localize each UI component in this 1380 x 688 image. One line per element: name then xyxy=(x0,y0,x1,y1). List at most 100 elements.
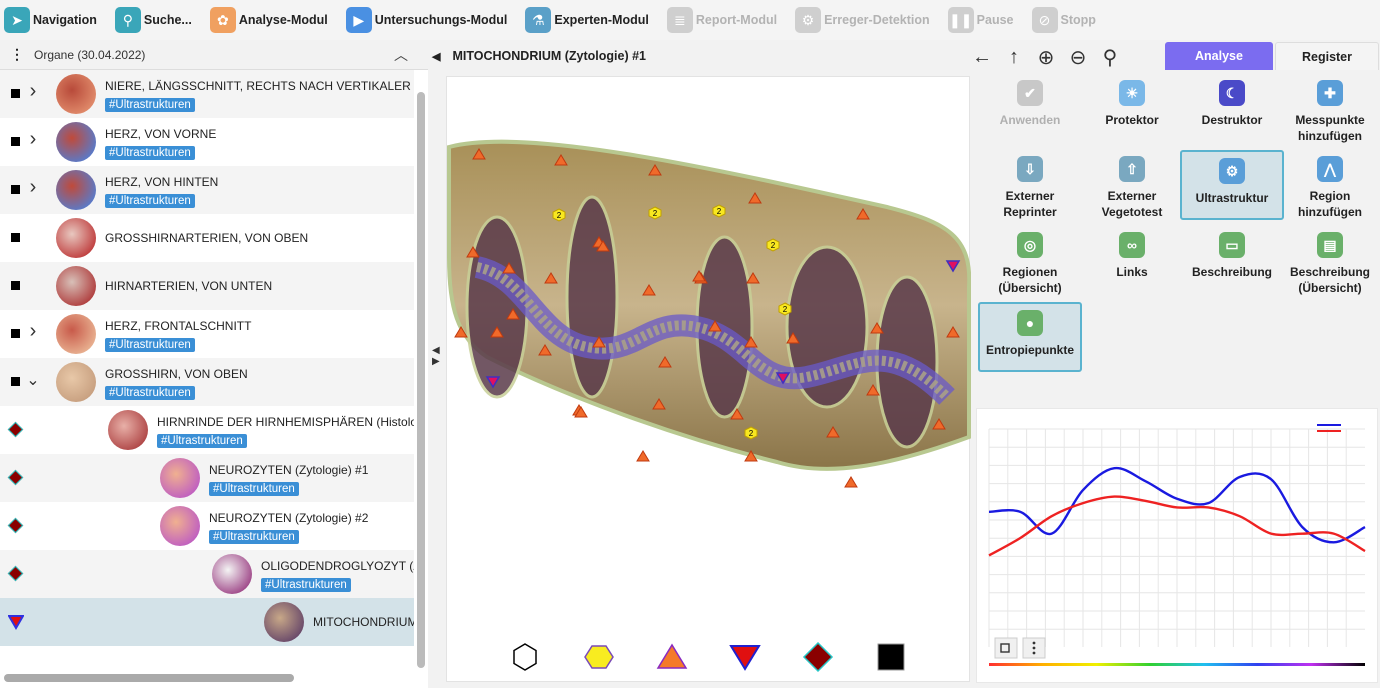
ultrastructure-tag[interactable]: #Ultrastrukturen xyxy=(209,530,299,544)
zoom-out-icon[interactable]: ⊖ xyxy=(1068,45,1088,70)
legend-diamond-darkred-icon[interactable] xyxy=(802,641,834,673)
toolbar-report-modul-button[interactable]: ≣ Report-Modul xyxy=(666,4,778,36)
tool-messpunkte-hinzufügen-button[interactable]: ✚ Messpunkte hinzufügen xyxy=(1278,74,1380,148)
toolbar-button-label: Untersuchungs-Modul xyxy=(374,13,508,27)
toolbar-navigation-button[interactable]: ➤ Navigation xyxy=(4,4,97,36)
tool-label: Regionen (Übersicht) xyxy=(998,265,1062,295)
tool-anwenden-button[interactable]: ✔ Anwenden xyxy=(978,74,1082,148)
hexagon-marker-label: 2 xyxy=(783,305,788,314)
expand-chevron-icon[interactable]: › xyxy=(26,176,40,199)
heart-back-thumbnail xyxy=(56,170,96,210)
tab-analyse[interactable]: Analyse xyxy=(1165,42,1273,70)
tree-row[interactable]: › HERZ, FRONTALSCHNITT #Ultrastrukturen xyxy=(0,310,414,358)
toolbar-button-label: Analyse-Modul xyxy=(238,13,328,27)
tree-row[interactable]: ›NEUROZYTEN (Zytologie) #1#Ultrastruktur… xyxy=(0,454,414,502)
toolbar-untersuchungs-modul-button[interactable]: ▶ Untersuchungs-Modul xyxy=(345,4,508,36)
square-marker-icon xyxy=(11,329,20,338)
tool-beschreibung-übersicht-button[interactable]: ▤ Beschreibung (Übersicht) xyxy=(1278,226,1380,300)
toolbar-suche-button[interactable]: ⚲ Suche... xyxy=(114,4,192,36)
moon-icon: ☾ xyxy=(1219,80,1245,106)
hexagon-marker-label: 2 xyxy=(557,211,562,220)
legend-triangle-orange-icon[interactable] xyxy=(656,643,688,669)
tree-row[interactable]: ⌄ GROSSHIRN, VON OBEN #Ultrastrukturen xyxy=(0,358,414,406)
toolbar-experten-modul-button[interactable]: ⚗ Experten-Modul xyxy=(525,4,649,36)
device-up-icon: ⇧ xyxy=(1119,156,1145,182)
legend-square-black-icon[interactable] xyxy=(877,643,905,671)
legend-triangle-down-red-icon[interactable] xyxy=(729,645,761,671)
legend-hexagon-empty-icon[interactable] xyxy=(513,643,537,671)
hexagon-marker-label: 2 xyxy=(749,429,754,438)
toolbar-erreger-detektion-button[interactable]: ⚙ Erreger-Detektion xyxy=(795,4,930,36)
tree-row[interactable]: › NIERE, LÄNGSSCHNITT, RECHTS NACH VERTIK… xyxy=(0,70,414,118)
chart-export-icon[interactable] xyxy=(994,637,1018,659)
microscope-icon: ⚙ xyxy=(795,7,822,33)
horizontal-scrollbar[interactable] xyxy=(4,674,294,682)
zoom-in-icon[interactable]: ⊕ xyxy=(1036,45,1056,70)
toolbar-stopp-button[interactable]: ⊘ Stopp xyxy=(1031,4,1096,36)
ultrastructure-tag[interactable]: #Ultrastrukturen xyxy=(157,434,247,448)
tool-ultrastruktur-button[interactable]: ⚙ Ultrastruktur xyxy=(1180,150,1284,220)
ultrastructure-tag[interactable]: #Ultrastrukturen xyxy=(261,578,351,592)
triangle-marker[interactable] xyxy=(844,476,858,488)
mitochondrium-image[interactable]: 2 2 2 2 2 2 xyxy=(447,137,971,557)
tool-destruktor-button[interactable]: ☾ Destruktor xyxy=(1180,74,1284,148)
microscope-icon: ⚙ xyxy=(1219,158,1245,184)
hexagon-marker-label: 2 xyxy=(771,241,776,250)
tree-row-label: MITOCHONDRIUM (Zytologie) #1 xyxy=(313,615,414,629)
tree-row[interactable]: ⌄NEUROZYTEN (Zytologie) #2#Ultrastruktur… xyxy=(0,502,414,550)
expand-chevron-icon[interactable]: › xyxy=(26,128,40,151)
expand-chevron-icon[interactable]: › xyxy=(26,320,40,343)
tree-row[interactable]: › HERZ, VON HINTEN #Ultrastrukturen xyxy=(0,166,414,214)
panel-splitter[interactable]: ◀ ▶ xyxy=(428,40,444,688)
back-arrow-icon[interactable]: ← xyxy=(972,46,992,69)
collapse-chevron-icon[interactable]: ⌄ xyxy=(26,370,40,390)
ultrastructure-tag[interactable]: #Ultrastrukturen xyxy=(105,386,195,400)
device-down-icon: ⇩ xyxy=(1017,156,1043,182)
toolbar-analyse-modul-button[interactable]: ✿ Analyse-Modul xyxy=(209,4,328,36)
tab-register[interactable]: Register xyxy=(1275,42,1379,70)
image-viewer[interactable]: 2 2 2 2 2 2 xyxy=(446,76,971,682)
tool-externer-vegetotest-button[interactable]: ⇧ Externer Vegetotest xyxy=(1080,150,1184,224)
tree-row-label: NEUROZYTEN (Zytologie) #1 xyxy=(209,463,369,477)
diamond-marker-icon xyxy=(7,421,24,438)
tool-externer-reprinter-button[interactable]: ⇩ Externer Reprinter xyxy=(978,150,1082,224)
legend-hexagon-yellow-icon[interactable] xyxy=(584,645,614,669)
ultrastructure-tag[interactable]: #Ultrastrukturen xyxy=(209,482,299,496)
toolbar-button-label: Report-Modul xyxy=(695,13,778,27)
vertical-scrollbar[interactable] xyxy=(417,92,425,668)
tool-label: Externer Vegetotest xyxy=(1101,189,1163,219)
kebab-menu-icon[interactable]: ⋮ xyxy=(10,46,24,63)
triangle-marker[interactable] xyxy=(636,450,650,462)
tree-row[interactable]: MITOCHONDRIUM (Zytologie) #1 xyxy=(0,598,414,646)
tool-regionen-übersicht-button[interactable]: ◎ Regionen (Übersicht) xyxy=(978,226,1082,300)
tree-row[interactable]: GROSSHIRNARTERIEN, VON OBEN xyxy=(0,214,414,262)
tree-row-label: GROSSHIRNARTERIEN, VON OBEN xyxy=(105,231,309,245)
splitter-arrows-icon[interactable]: ◀ ▶ xyxy=(432,345,440,367)
tool-region-hinzufügen-button[interactable]: ⋀ Region hinzufügen xyxy=(1278,150,1380,224)
square-marker-icon xyxy=(11,137,20,146)
collapse-left-icon[interactable]: ◀ xyxy=(432,50,440,63)
tree-row[interactable]: HIRNARTERIEN, VON UNTEN xyxy=(0,262,414,310)
tool-beschreibung-button[interactable]: ▭ Beschreibung xyxy=(1180,226,1284,300)
tool-entropiepunkte-button[interactable]: ● Entropiepunkte xyxy=(978,302,1082,372)
ultrastructure-tag[interactable]: #Ultrastrukturen xyxy=(105,338,195,352)
link-icon: ∞ xyxy=(1119,232,1145,258)
toolbar-pause-button[interactable]: ❚❚ Pause xyxy=(947,4,1014,36)
tool-protektor-button[interactable]: ☀ Protektor xyxy=(1080,74,1184,148)
neurocyte2-thumbnail xyxy=(160,506,200,546)
expand-chevron-icon[interactable]: › xyxy=(26,80,40,103)
tool-label: Destruktor xyxy=(1201,113,1263,127)
triangle-down-marker-icon xyxy=(7,614,25,630)
up-arrow-icon[interactable]: ↑ xyxy=(1004,46,1024,69)
square-marker-icon xyxy=(11,233,20,242)
tool-links-button[interactable]: ∞ Links xyxy=(1080,226,1184,300)
ultrastructure-tag[interactable]: #Ultrastrukturen xyxy=(105,194,195,208)
chevron-up-icon[interactable]: ︿ xyxy=(394,45,408,65)
ultrastructure-tag[interactable]: #Ultrastrukturen xyxy=(105,98,195,112)
tree-row[interactable]: › HERZ, VON VORNE #Ultrastrukturen xyxy=(0,118,414,166)
ultrastructure-tag[interactable]: #Ultrastrukturen xyxy=(105,146,195,160)
chart-menu-icon[interactable] xyxy=(1022,637,1046,659)
tree-row[interactable]: ⌄HIRNRINDE DER HIRNHEMISPHÄREN (Histolog… xyxy=(0,406,414,454)
zoom-reset-icon[interactable]: ⚲ xyxy=(1100,45,1120,70)
tree-row[interactable]: ⌄OLIGODENDROGLYOZYT (Zytologie)#Ultrastr… xyxy=(0,550,414,598)
